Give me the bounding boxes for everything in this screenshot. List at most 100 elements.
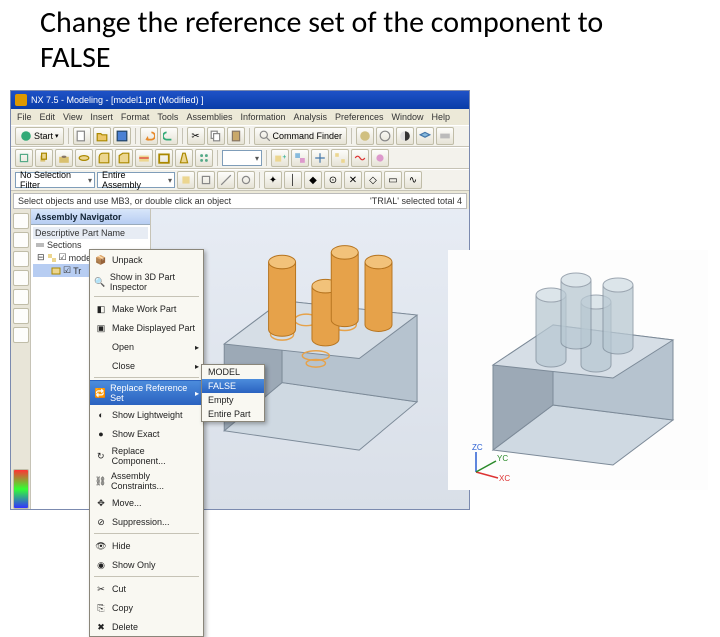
svg-text:+: + bbox=[282, 152, 286, 161]
start-label: Start bbox=[34, 131, 53, 141]
wave-icon[interactable] bbox=[351, 149, 369, 167]
extrude-icon[interactable] bbox=[35, 149, 53, 167]
exploded-icon[interactable] bbox=[331, 149, 349, 167]
clip-icon[interactable] bbox=[436, 127, 454, 145]
shell-icon[interactable] bbox=[155, 149, 173, 167]
ctx-open[interactable]: Open▸ bbox=[90, 337, 203, 356]
color-bar-icon[interactable] bbox=[13, 469, 29, 509]
menu-window[interactable]: Window bbox=[392, 112, 424, 122]
ctx-show-exact[interactable]: ●Show Exact bbox=[90, 424, 203, 443]
shaded-icon[interactable] bbox=[356, 127, 374, 145]
ctx-show-lightweight[interactable]: ◐Show Lightweight bbox=[90, 405, 203, 424]
ctx-assembly-constraints[interactable]: ⛓Assembly Constraints... bbox=[90, 468, 203, 493]
move-component-icon[interactable] bbox=[311, 149, 329, 167]
ctx-suppression[interactable]: ⊘Suppression... bbox=[90, 512, 203, 531]
refset-model[interactable]: MODEL bbox=[202, 365, 264, 379]
paste-icon[interactable] bbox=[227, 127, 245, 145]
wireframe-icon[interactable] bbox=[376, 127, 394, 145]
ctx-make-work-part[interactable]: ◧Make Work Part bbox=[90, 299, 203, 318]
ctx-cut[interactable]: ✂Cut bbox=[90, 579, 203, 598]
sketch-icon[interactable] bbox=[15, 149, 33, 167]
resource-browser-icon[interactable] bbox=[13, 270, 29, 286]
save-icon[interactable] bbox=[113, 127, 131, 145]
start-button[interactable]: Start ▾ bbox=[15, 127, 64, 145]
snap-end-icon[interactable]: ◆ bbox=[304, 171, 322, 189]
hole-icon[interactable] bbox=[55, 149, 73, 167]
menu-information[interactable]: Information bbox=[240, 112, 285, 122]
refset-icon: 🔁 bbox=[94, 386, 106, 400]
snap-intersect-icon[interactable]: ✕ bbox=[344, 171, 362, 189]
resource-help-icon[interactable] bbox=[13, 308, 29, 324]
menu-view[interactable]: View bbox=[63, 112, 82, 122]
new-icon[interactable] bbox=[73, 127, 91, 145]
pattern-icon[interactable] bbox=[195, 149, 213, 167]
arrangement-icon[interactable] bbox=[371, 149, 389, 167]
menu-file[interactable]: File bbox=[17, 112, 32, 122]
ctx-show-only[interactable]: ◉Show Only bbox=[90, 555, 203, 574]
draft-icon[interactable] bbox=[175, 149, 193, 167]
ctx-make-displayed-part[interactable]: ▣Make Displayed Part bbox=[90, 318, 203, 337]
nx-window: NX 7.5 - Modeling - [model1.prt (Modifie… bbox=[10, 90, 470, 510]
selection-filter-combo[interactable]: No Selection Filter bbox=[15, 172, 95, 188]
sel-mode-2-icon[interactable] bbox=[197, 171, 215, 189]
menu-tools[interactable]: Tools bbox=[157, 112, 178, 122]
sel-mode-4-icon[interactable] bbox=[237, 171, 255, 189]
expression-combo[interactable] bbox=[222, 150, 262, 166]
ctx-part-inspector[interactable]: 🔍Show in 3D Part Inspector bbox=[90, 269, 203, 294]
window-title: NX 7.5 - Modeling - [model1.prt (Modifie… bbox=[31, 95, 204, 105]
copy-icon[interactable] bbox=[207, 127, 225, 145]
resource-history-icon[interactable] bbox=[13, 251, 29, 267]
ctx-delete[interactable]: ✖Delete bbox=[90, 617, 203, 636]
refset-empty[interactable]: Empty bbox=[202, 393, 264, 407]
trim-icon[interactable] bbox=[135, 149, 153, 167]
resource-roles-icon[interactable] bbox=[13, 289, 29, 305]
layer-icon[interactable] bbox=[416, 127, 434, 145]
command-finder-button[interactable]: Command Finder bbox=[254, 127, 348, 145]
snap-surface-icon[interactable]: ▭ bbox=[384, 171, 402, 189]
sel-mode-1-icon[interactable] bbox=[177, 171, 195, 189]
snap-center-icon[interactable]: ⊙ bbox=[324, 171, 342, 189]
undo-icon[interactable] bbox=[140, 127, 158, 145]
nx-logo-icon bbox=[15, 94, 27, 106]
chamfer-icon[interactable] bbox=[115, 149, 133, 167]
ctx-unpack[interactable]: 📦Unpack bbox=[90, 250, 203, 269]
slide-title: Change the reference set of the componen… bbox=[0, 0, 720, 77]
snap-point-icon[interactable]: ✦ bbox=[264, 171, 282, 189]
redo-icon[interactable] bbox=[160, 127, 178, 145]
resource-part-icon[interactable] bbox=[13, 232, 29, 248]
assembly-constraint-icon[interactable] bbox=[291, 149, 309, 167]
ctx-hide[interactable]: 👁Hide bbox=[90, 536, 203, 555]
assembly-icon bbox=[47, 253, 57, 263]
render-style-icon[interactable] bbox=[396, 127, 414, 145]
menu-assemblies[interactable]: Assemblies bbox=[186, 112, 232, 122]
ctx-replace-reference-set[interactable]: 🔁Replace Reference Set▸ bbox=[90, 380, 203, 405]
revolve-icon[interactable] bbox=[75, 149, 93, 167]
assembly-filter-combo[interactable]: Entire Assembly bbox=[97, 172, 175, 188]
open-icon[interactable] bbox=[93, 127, 111, 145]
add-component-icon[interactable]: + bbox=[271, 149, 289, 167]
selection-bar: No Selection Filter Entire Assembly ✦ │ … bbox=[11, 169, 469, 191]
resource-system-icon[interactable] bbox=[13, 327, 29, 343]
menu-insert[interactable]: Insert bbox=[90, 112, 113, 122]
ctx-copy[interactable]: ⎘Copy bbox=[90, 598, 203, 617]
menu-edit[interactable]: Edit bbox=[40, 112, 56, 122]
resource-navigator-icon[interactable] bbox=[13, 213, 29, 229]
snap-curve-icon[interactable]: ∿ bbox=[404, 171, 422, 189]
menu-analysis[interactable]: Analysis bbox=[293, 112, 327, 122]
refset-entire-part[interactable]: Entire Part bbox=[202, 407, 264, 421]
snap-mid-icon[interactable]: │ bbox=[284, 171, 302, 189]
blend-icon[interactable] bbox=[95, 149, 113, 167]
ctx-move[interactable]: ✥Move... bbox=[90, 493, 203, 512]
menu-preferences[interactable]: Preferences bbox=[335, 112, 384, 122]
snap-quad-icon[interactable]: ◇ bbox=[364, 171, 382, 189]
menu-help[interactable]: Help bbox=[432, 112, 451, 122]
refset-false[interactable]: FALSE bbox=[202, 379, 264, 393]
sel-mode-3-icon[interactable] bbox=[217, 171, 235, 189]
ctx-close[interactable]: Close▸ bbox=[90, 356, 203, 375]
ctx-replace-component[interactable]: ↻Replace Component... bbox=[90, 443, 203, 468]
cut-icon[interactable]: ✂ bbox=[187, 127, 205, 145]
cut-small-icon: ✂ bbox=[94, 582, 108, 596]
exact-icon: ● bbox=[94, 427, 108, 441]
menu-format[interactable]: Format bbox=[121, 112, 150, 122]
svg-text:ZC: ZC bbox=[472, 443, 483, 452]
